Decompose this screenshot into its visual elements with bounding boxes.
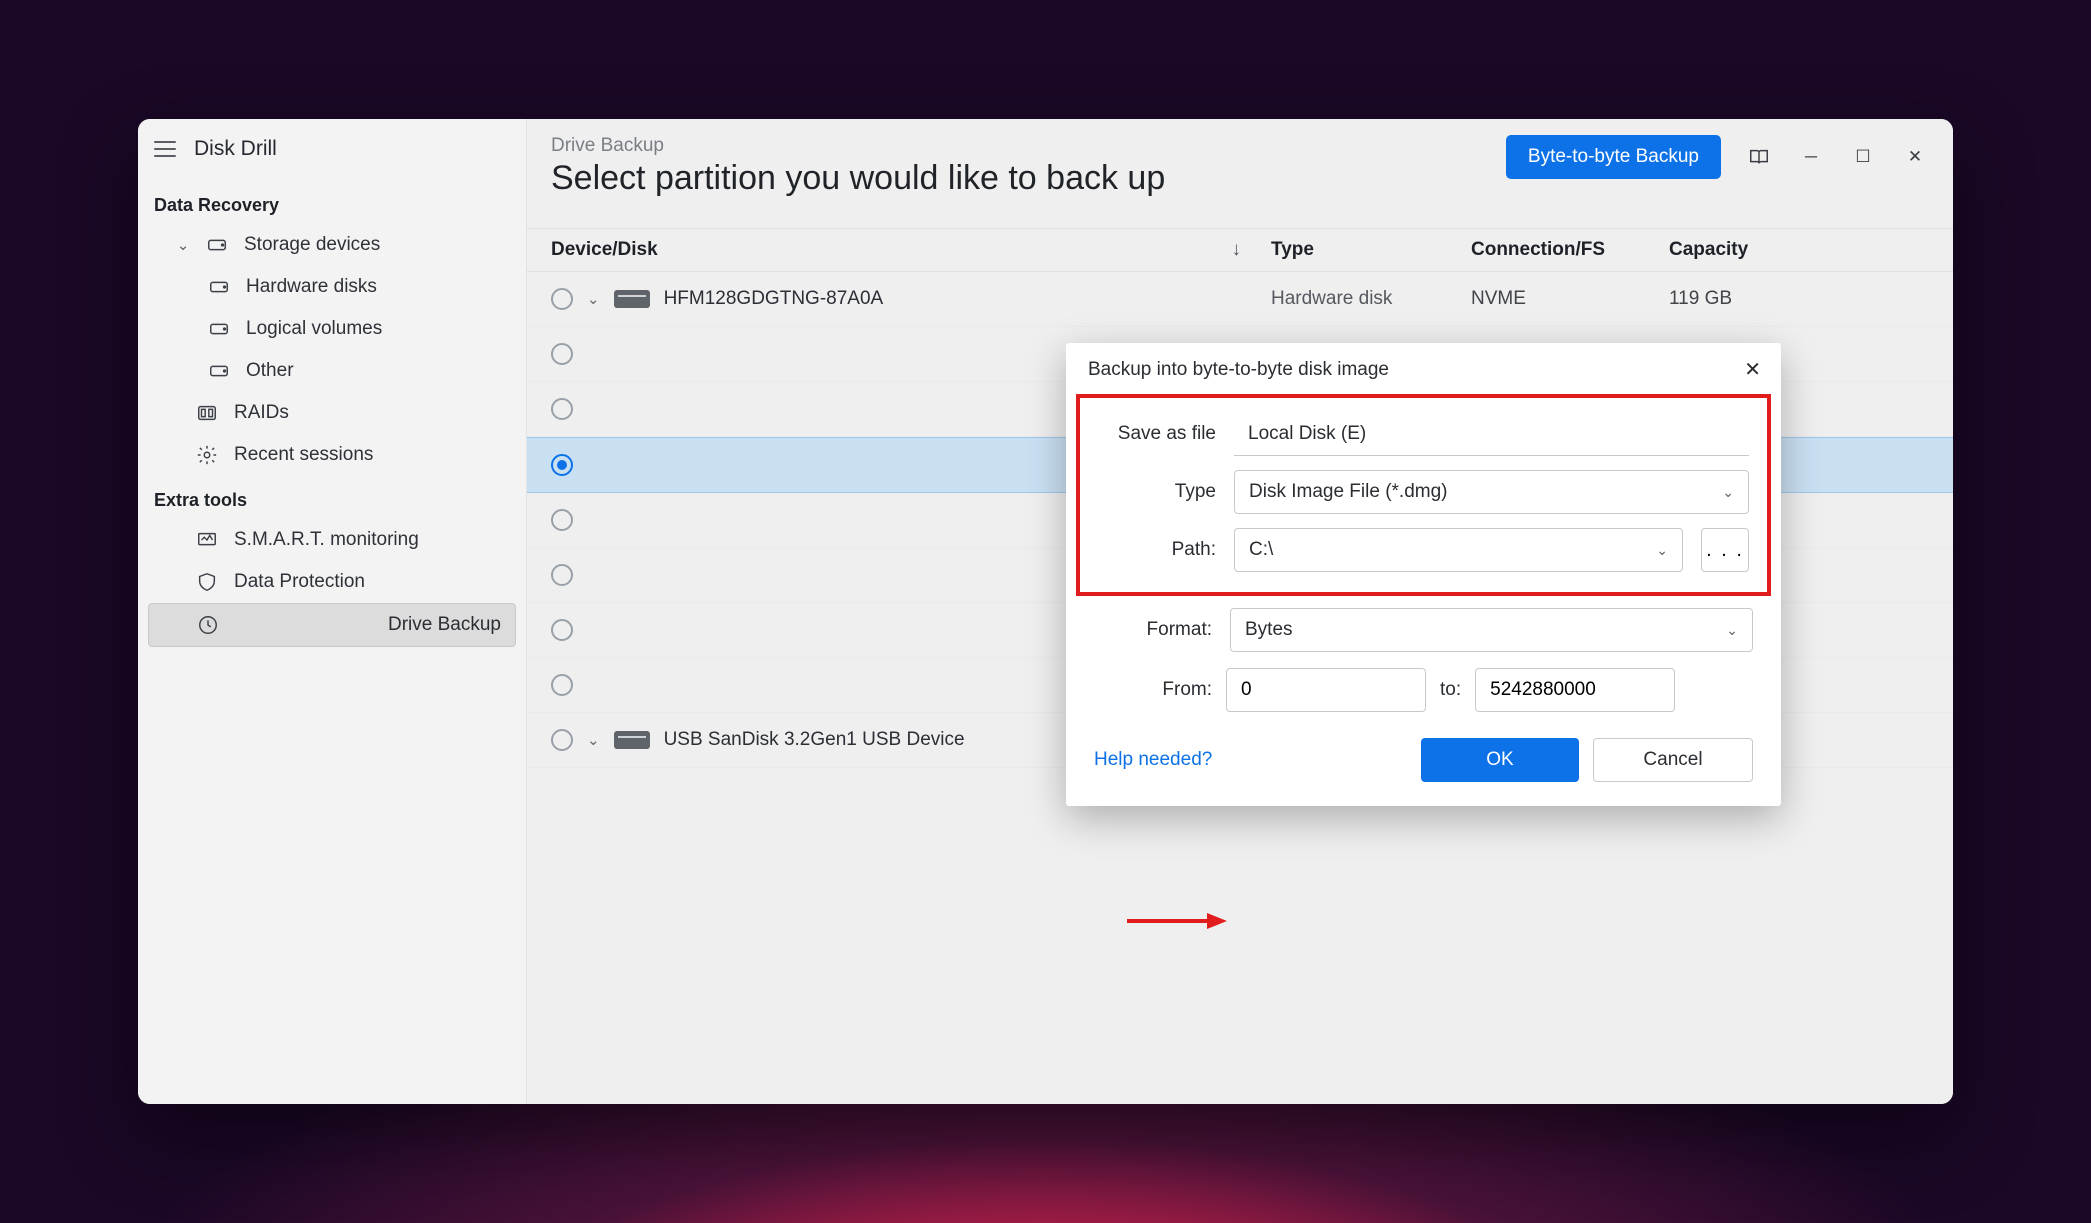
save-as-input[interactable]: Local Disk (E) <box>1234 412 1749 456</box>
radio-button[interactable] <box>551 288 573 310</box>
sidebar-item-label: Data Protection <box>234 571 365 593</box>
col-cap[interactable]: Capacity <box>1669 239 1829 261</box>
radio-button[interactable] <box>551 398 573 420</box>
sidebar-item-storage-devices[interactable]: ⌄ Storage devices <box>148 224 516 266</box>
cell-cap: 119 GB <box>1669 288 1829 310</box>
hamburger-icon[interactable] <box>154 141 176 157</box>
annotation-redbox: Save as file Local Disk (E) Type Disk Im… <box>1076 394 1771 596</box>
annotation-arrow <box>1127 911 1227 931</box>
app-window: Disk Drill Data Recovery ⌄ Storage devic… <box>138 119 1953 1104</box>
byte-to-byte-backup-button[interactable]: Byte-to-byte Backup <box>1506 135 1721 179</box>
cell-conn: NVME <box>1471 288 1669 310</box>
sidebar-item-smart[interactable]: S.M.A.R.T. monitoring <box>148 519 516 561</box>
sidebar-item-other[interactable]: Other <box>148 350 516 392</box>
dialog-close-icon[interactable]: ✕ <box>1744 357 1761 382</box>
drive-icon <box>614 731 650 749</box>
sidebar-section-extra-tools: Extra tools <box>148 476 516 519</box>
sidebar-item-label: Recent sessions <box>234 444 373 466</box>
format-label: Format: <box>1094 619 1212 641</box>
sidebar-item-logical-volumes[interactable]: Logical volumes <box>148 308 516 350</box>
close-icon[interactable]: ✕ <box>1901 143 1929 171</box>
app-title: Disk Drill <box>194 137 277 161</box>
maximize-icon[interactable]: ☐ <box>1849 143 1877 171</box>
sidebar-item-data-protection[interactable]: Data Protection <box>148 561 516 603</box>
gear-icon <box>196 444 218 466</box>
format-select[interactable]: Bytes⌄ <box>1230 608 1753 652</box>
radio-button[interactable] <box>551 343 573 365</box>
save-as-label: Save as file <box>1098 423 1216 445</box>
col-conn[interactable]: Connection/FS <box>1471 239 1669 261</box>
radio-button[interactable] <box>551 564 573 586</box>
dialog-title: Backup into byte-to-byte disk image <box>1088 359 1389 381</box>
raid-icon <box>196 402 218 424</box>
ok-button[interactable]: OK <box>1421 738 1579 782</box>
type-label: Type <box>1098 481 1216 503</box>
sidebar: Disk Drill Data Recovery ⌄ Storage devic… <box>138 119 527 1104</box>
to-label: to: <box>1440 679 1461 701</box>
sidebar-item-label: RAIDs <box>234 402 289 424</box>
sidebar-item-raids[interactable]: RAIDs <box>148 392 516 434</box>
table-row[interactable]: ⌄ HFM128GDGTNG-87A0A Hardware diskNVME119 … <box>527 272 1953 327</box>
topbar: Drive Backup Select partition you would … <box>527 119 1953 198</box>
from-label: From: <box>1094 679 1212 701</box>
breadcrumb: Drive Backup <box>551 135 1165 157</box>
sidebar-item-recent-sessions[interactable]: Recent sessions <box>148 434 516 476</box>
sidebar-item-label: S.M.A.R.T. monitoring <box>234 529 419 551</box>
sort-icon[interactable]: ↓ <box>1232 239 1242 261</box>
sidebar-item-label: Hardware disks <box>246 276 377 298</box>
minimize-icon[interactable]: ─ <box>1797 143 1825 171</box>
monitor-icon <box>196 529 218 551</box>
chevron-down-icon[interactable]: ⌄ <box>587 731 600 749</box>
col-type[interactable]: Type <box>1271 239 1471 261</box>
radio-button[interactable] <box>551 729 573 751</box>
sidebar-section-data-recovery: Data Recovery <box>148 181 516 224</box>
type-select[interactable]: Disk Image File (*.dmg)⌄ <box>1234 470 1749 514</box>
chevron-down-icon: ⌄ <box>1656 542 1668 559</box>
sidebar-item-label: Other <box>246 360 294 382</box>
main-panel: Drive Backup Select partition you would … <box>527 119 1953 1104</box>
from-input[interactable] <box>1226 668 1426 712</box>
cancel-button[interactable]: Cancel <box>1593 738 1753 782</box>
sidebar-item-label: Logical volumes <box>246 318 382 340</box>
backup-dialog: Backup into byte-to-byte disk image ✕ Sa… <box>1066 343 1781 806</box>
drive-icon <box>614 290 650 308</box>
sidebar-item-drive-backup[interactable]: Drive Backup <box>148 603 516 647</box>
col-device[interactable]: Device/Disk <box>551 239 658 261</box>
chevron-down-icon: ⌄ <box>1722 484 1734 501</box>
radio-button[interactable] <box>551 674 573 696</box>
shield-icon <box>196 571 218 593</box>
to-input[interactable] <box>1475 668 1675 712</box>
device-name: HFM128GDGTNG-87A0A <box>664 288 884 310</box>
path-select[interactable]: C:\⌄ <box>1234 528 1683 572</box>
chevron-down-icon[interactable]: ⌄ <box>587 290 600 308</box>
disk-icon <box>208 360 230 382</box>
chevron-down-icon: ⌄ <box>1726 622 1738 639</box>
disk-icon <box>206 234 228 256</box>
sidebar-item-label: Drive Backup <box>388 614 501 636</box>
disk-icon <box>208 318 230 340</box>
sidebar-item-hardware-disks[interactable]: Hardware disks <box>148 266 516 308</box>
book-icon[interactable] <box>1745 143 1773 171</box>
help-link[interactable]: Help needed? <box>1094 749 1212 771</box>
cell-type: Hardware disk <box>1271 288 1471 310</box>
browse-button[interactable]: . . . <box>1701 528 1749 572</box>
disk-icon <box>208 276 230 298</box>
backup-icon <box>197 614 219 636</box>
sidebar-item-label: Storage devices <box>244 234 380 256</box>
page-title: Select partition you would like to back … <box>551 159 1165 198</box>
chevron-down-icon: ⌄ <box>176 236 190 254</box>
radio-button[interactable] <box>551 619 573 641</box>
table-header: Device/Disk ↓ Type Connection/FS Capacit… <box>527 228 1953 272</box>
device-name: USB SanDisk 3.2Gen1 USB Device <box>664 729 965 751</box>
radio-button[interactable] <box>551 454 573 476</box>
path-label: Path: <box>1098 539 1216 561</box>
radio-button[interactable] <box>551 509 573 531</box>
